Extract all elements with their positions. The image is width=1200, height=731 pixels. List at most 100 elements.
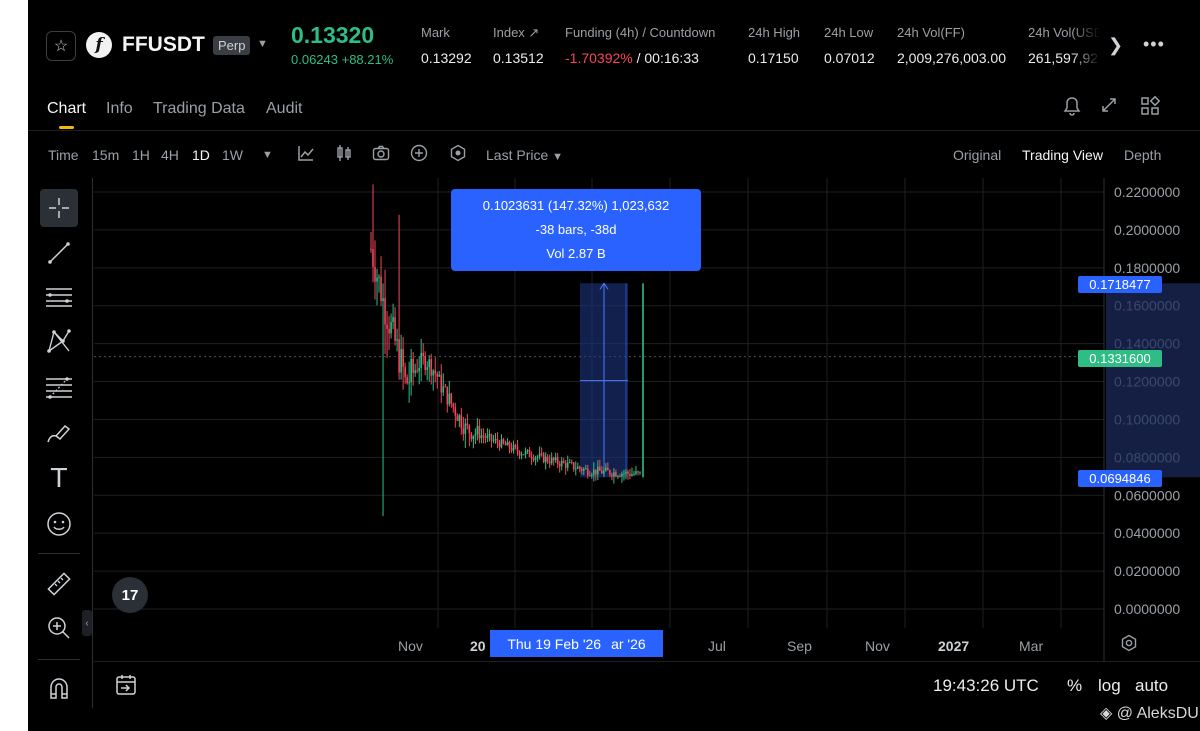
brush-icon[interactable] [40, 414, 78, 452]
candle-body [434, 370, 437, 374]
candle-body [470, 433, 473, 440]
candle-body [522, 454, 525, 456]
interval-1w[interactable]: 1W [222, 147, 243, 163]
candle-body [510, 448, 513, 451]
candle-body [484, 436, 487, 438]
candle-body [396, 339, 398, 341]
symbol-name[interactable]: FFUSDT [122, 33, 205, 57]
bell-icon[interactable] [1063, 96, 1081, 121]
candle-body [508, 442, 511, 449]
tabs-divider [28, 130, 1200, 131]
layout-icon[interactable] [1140, 95, 1161, 121]
interval-15m[interactable]: 15m [92, 147, 119, 163]
interval-1d[interactable]: 1D [192, 147, 210, 163]
log-toggle[interactable]: log [1098, 676, 1121, 696]
candle-body [372, 249, 374, 267]
tab-audit[interactable]: Audit [266, 100, 302, 118]
interval-1h[interactable]: 1H [132, 147, 150, 163]
text-tool-icon[interactable]: T [40, 460, 78, 498]
candle-body [496, 438, 499, 443]
index-value: 0.13512 [493, 50, 544, 66]
candle-body [422, 352, 424, 357]
candle-body [416, 370, 418, 372]
horizontal-lines-icon[interactable] [40, 278, 78, 316]
candle-body [619, 476, 621, 478]
camera-icon[interactable] [372, 144, 390, 167]
candle-body [605, 467, 607, 471]
chart-settings-icon[interactable] [1120, 634, 1138, 657]
pattern-icon[interactable] [40, 322, 78, 360]
candle-body [488, 434, 491, 436]
magnet-icon[interactable] [40, 670, 78, 708]
candle-body [518, 451, 521, 456]
add-circle-icon[interactable] [410, 144, 428, 167]
x-label-nov-2: Nov [865, 638, 890, 654]
zoom-in-icon[interactable] [40, 609, 78, 647]
favorite-star-icon[interactable]: ☆ [46, 31, 76, 61]
candle-body [615, 472, 617, 477]
interval-time[interactable]: Time [48, 147, 79, 163]
candle-body [450, 393, 453, 404]
candle-body [438, 374, 441, 377]
settings-hex-icon[interactable] [449, 144, 467, 167]
interval-dropdown-icon[interactable]: ▼ [262, 149, 273, 161]
low-value: 0.07012 [824, 50, 875, 66]
candle-body [617, 476, 619, 478]
candle-body [412, 358, 414, 373]
candle-body [486, 435, 489, 438]
chevron-right-icon[interactable]: ❯ [1108, 35, 1123, 56]
measure-high-price-tag: 0.1718477 [1078, 276, 1162, 293]
utc-clock[interactable]: 19:43:26 UTC [933, 676, 1039, 696]
candle-body [440, 374, 443, 393]
vol-ff-label: 24h Vol(FF) [897, 25, 965, 40]
candle-body [566, 462, 569, 468]
candle-body [631, 474, 633, 476]
candle-body [370, 248, 372, 250]
tab-trading-data[interactable]: Trading Data [153, 100, 245, 118]
candle-body [526, 449, 529, 451]
indicators-icon[interactable] [297, 144, 315, 167]
candle-body [456, 415, 459, 421]
measure-price-change: 0.1023631 (147.32%) 1,023,632 [482, 198, 670, 213]
more-icon[interactable]: ••• [1143, 34, 1165, 55]
trend-line-icon[interactable] [40, 234, 78, 272]
watermark: ◈ @ AleksDU [1100, 703, 1199, 723]
tab-info[interactable]: Info [106, 100, 133, 118]
candle-body [568, 462, 571, 464]
tab-chart[interactable]: Chart [47, 100, 86, 118]
candle-body [408, 382, 410, 384]
candle-type-icon[interactable] [335, 144, 353, 167]
symbol-dropdown-icon[interactable]: ▼ [257, 38, 268, 50]
auto-toggle[interactable]: auto [1135, 676, 1168, 696]
price-source-select[interactable]: Last Price ▼ [486, 147, 563, 163]
interval-4h[interactable]: 4H [161, 147, 179, 163]
candle-body [446, 386, 449, 405]
candle-body [494, 438, 497, 440]
high-value: 0.17150 [748, 50, 799, 66]
price-source-label: Last Price [486, 147, 549, 163]
tradingview-logo[interactable]: 17 [112, 577, 148, 613]
candle-body [562, 461, 565, 463]
candle-body [512, 445, 515, 451]
vol-ff-value: 2,009,276,003.00 [897, 50, 1006, 66]
index-label[interactable]: Index ↗ [493, 25, 539, 41]
candle-body [550, 457, 553, 464]
ruler-icon[interactable] [40, 565, 78, 603]
view-trading[interactable]: Trading View [1022, 147, 1103, 163]
price-axis-label: 0.1800000 [1114, 260, 1180, 276]
fullscreen-icon[interactable] [1100, 96, 1118, 119]
goto-date-icon[interactable] [114, 673, 138, 702]
view-original[interactable]: Original [953, 147, 1001, 163]
candle-body [468, 425, 471, 434]
crosshair-icon[interactable] [40, 189, 78, 227]
view-depth[interactable]: Depth [1124, 147, 1161, 163]
collapse-toolbar-icon[interactable]: ‹ [82, 610, 92, 636]
emoji-icon[interactable] [40, 505, 78, 543]
candle-body [444, 386, 447, 388]
candle-body [394, 317, 396, 341]
percent-toggle[interactable]: % [1067, 676, 1082, 696]
price-axis-label: 0.0600000 [1114, 487, 1180, 503]
candle-body [621, 473, 623, 477]
fib-icon[interactable] [40, 369, 78, 407]
candle-body [478, 426, 481, 439]
